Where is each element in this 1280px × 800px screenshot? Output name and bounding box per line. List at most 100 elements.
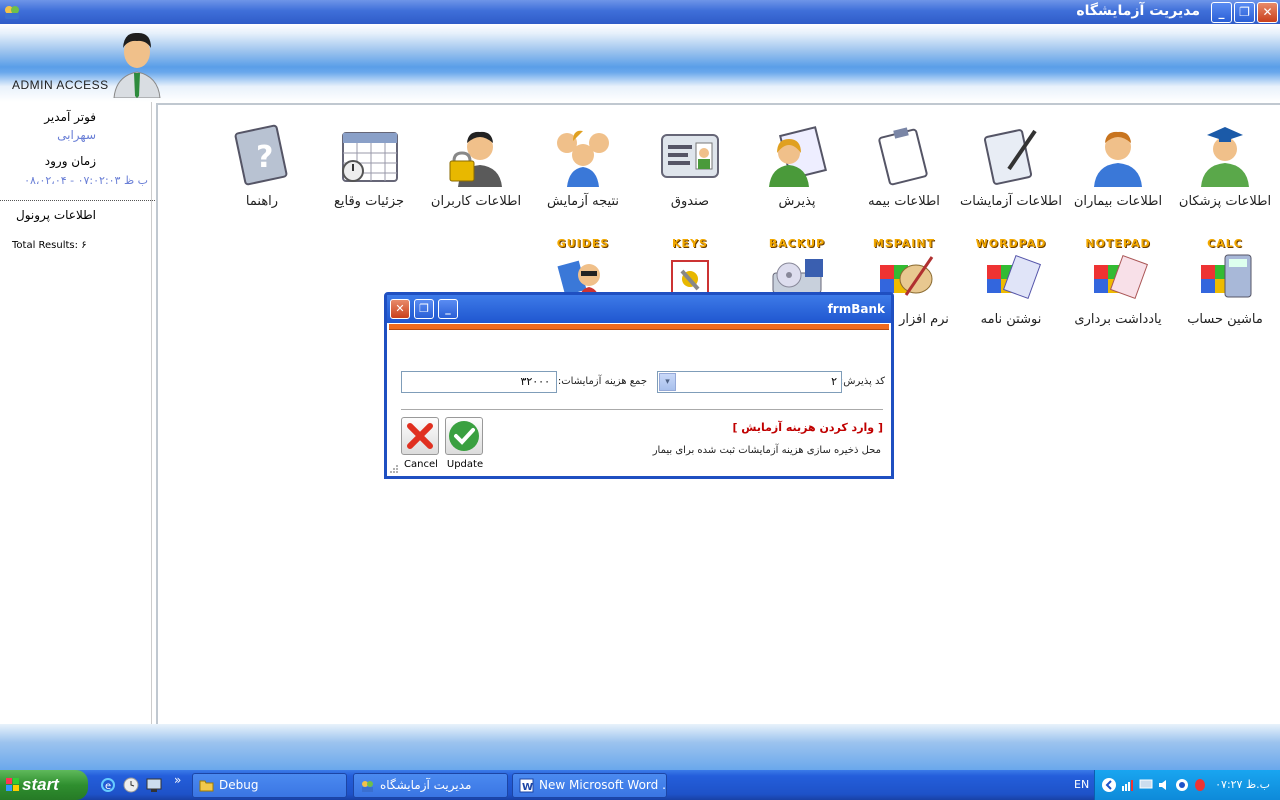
tile-tests-label: اطلاعات آزمایشات [959, 194, 1063, 209]
svg-text:W: W [522, 782, 533, 793]
login-time-value: ۰۸،۰۲،۰۴ - ۰۷:۰۲:۰۳ ب ظ [24, 174, 148, 187]
tile-tests[interactable]: اطلاعات آزمایشات [956, 123, 1066, 213]
total-cost-value: ۳۲۰۰۰ [520, 375, 550, 388]
tile-guides-word: GUIDES [556, 237, 610, 250]
left-panel-divider [0, 200, 155, 201]
tile-mspaint-word: MSPAINT [872, 237, 936, 250]
tile-calc[interactable]: CALC ماشین حساب [1170, 237, 1280, 327]
internet-explorer-icon[interactable]: e [100, 777, 116, 793]
antivirus-icon[interactable] [1175, 778, 1189, 792]
tile-wordpad[interactable]: WORDPAD نوشتن نامه [956, 237, 1066, 327]
tile-wordpad-label: نوشتن نامه [980, 312, 1042, 327]
admission-code-select[interactable]: ۲ ▾ [657, 371, 842, 393]
tile-users-label: اطلاعات کاربران [430, 194, 522, 209]
tile-insurance[interactable]: اطلاعات بیمه [849, 123, 959, 213]
update-button[interactable]: Update [445, 417, 485, 470]
dialog-note: محل ذخیره سازی هزینه آزمایشات ثبت شده بر… [652, 445, 881, 456]
tile-calc-label: ماشین حساب [1187, 312, 1263, 327]
taskbar: start e » Debug مدیریت آزمایشگاه W New M… [0, 770, 1280, 800]
clock[interactable]: ب.ظ ۰۷:۲۷ [1215, 778, 1270, 791]
tile-backup-word: BACKUP [768, 237, 826, 250]
cancel-icon-box [401, 417, 439, 455]
folder-icon [199, 780, 214, 792]
tile-help[interactable]: ? راهنما [207, 123, 317, 213]
clipboard-icon [878, 127, 928, 186]
tile-cashbox[interactable]: صندوق [635, 123, 745, 213]
start-label: start [22, 775, 59, 794]
tile-wordpad-word: WORDPAD [975, 237, 1047, 250]
calculator-icon [1201, 254, 1252, 298]
total-cost-field[interactable]: ۳۲۰۰۰ [401, 371, 557, 393]
resize-grip-icon[interactable] [389, 464, 399, 474]
start-button[interactable]: start [0, 770, 88, 800]
app-icon [5, 6, 19, 19]
tile-doctors[interactable]: اطلاعات پزشکان [1170, 123, 1280, 213]
language-indicator[interactable]: EN [1074, 778, 1089, 791]
task-word[interactable]: W New Microsoft Word ... [512, 773, 667, 798]
tile-patients[interactable]: اطلاعات بیماران [1063, 123, 1173, 213]
header-band [0, 24, 1280, 102]
tile-events-label: جزئیات وقایع [333, 194, 405, 209]
admin-avatar-icon [113, 32, 161, 98]
task-lab-manager[interactable]: مدیریت آزمایشگاه [353, 773, 508, 798]
tile-cashbox-label: صندوق [670, 194, 710, 209]
cancel-label: Cancel [404, 459, 438, 470]
help-book-icon: ? [234, 124, 288, 186]
bluetooth-icon[interactable] [1193, 778, 1207, 792]
tile-reception[interactable]: پذیرش [742, 123, 852, 213]
tile-notepad[interactable]: NOTEPAD یادداشت برداری [1063, 237, 1173, 327]
tile-doctors-label: اطلاعات پزشکان [1178, 194, 1272, 209]
frmbank-dialog: frmBank ✕ ❐ _ کد پذیرش: ۲ ▾ جمع هزینه آز… [384, 292, 894, 479]
tile-events[interactable]: جزئیات وقایع [314, 123, 424, 213]
clock-icon[interactable] [123, 777, 139, 793]
svg-text:e: e [105, 781, 111, 792]
dialog-maximize-button[interactable]: ❐ [414, 299, 434, 319]
svg-text:?: ? [256, 140, 273, 175]
admission-code-value: ۲ [831, 375, 837, 388]
reception-icon [769, 126, 827, 187]
tray-expand-icon[interactable] [1101, 777, 1117, 793]
cancel-button[interactable]: Cancel [401, 417, 441, 470]
dialog-minimize-button[interactable]: _ [438, 299, 458, 319]
calendar-icon [342, 132, 398, 182]
tile-users[interactable]: اطلاعات کاربران [421, 123, 531, 213]
tile-patients-label: اطلاعات بیماران [1073, 194, 1163, 209]
total-cost-label: جمع هزینه آزمایشات: [557, 376, 647, 387]
cancel-icon [407, 423, 433, 449]
patient-icon [1094, 131, 1142, 187]
clipboard-pen-icon [983, 129, 1037, 185]
tile-insurance-label: اطلاعات بیمه [868, 194, 940, 209]
task-debug[interactable]: Debug [192, 773, 347, 798]
notepad-icon [1094, 254, 1149, 300]
word-icon: W [519, 778, 534, 793]
operator-name: سهرابی [57, 128, 96, 142]
dialog-close-button[interactable]: ✕ [390, 299, 410, 319]
restore-button[interactable]: ❐ [1234, 2, 1255, 23]
close-button[interactable]: ✕ [1257, 2, 1278, 23]
chevron-down-icon[interactable]: ▾ [659, 373, 676, 391]
files-info-label: اطلاعات پرونول [16, 208, 96, 222]
operator-label: فوتر آمدیر [44, 110, 96, 124]
task-debug-label: Debug [219, 778, 259, 792]
show-desktop-icon[interactable] [146, 777, 162, 793]
window-title: مدیریت آزمایشگاه [1076, 3, 1200, 19]
dialog-separator [401, 409, 883, 410]
update-label: Update [446, 459, 484, 470]
dialog-heading: [ وارد کردن هزینه آزمایش ] [732, 421, 883, 434]
monitor-icon[interactable] [1139, 778, 1153, 792]
id-card-icon [661, 134, 719, 178]
minimize-button[interactable]: _ [1211, 2, 1232, 23]
volume-icon[interactable] [1157, 778, 1171, 792]
tile-test-results-label: نتیجه آزمایش [547, 194, 619, 209]
tile-reception-label: پذیرش [778, 194, 816, 209]
tile-keys-word: KEYS [672, 237, 708, 250]
checkmark-icon [449, 421, 479, 451]
network-icon[interactable] [1121, 778, 1135, 792]
task-word-label: New Microsoft Word ... [539, 778, 667, 792]
dialog-titlebar: frmBank ✕ ❐ _ [387, 295, 891, 323]
quicklaunch-chevron[interactable]: » [174, 773, 181, 787]
user-lock-icon [449, 131, 502, 187]
tile-test-results[interactable]: نتیجه آزمایش [528, 123, 638, 213]
system-tray: ب.ظ ۰۷:۲۷ [1094, 770, 1280, 800]
login-time-label: زمان ورود [44, 154, 96, 168]
